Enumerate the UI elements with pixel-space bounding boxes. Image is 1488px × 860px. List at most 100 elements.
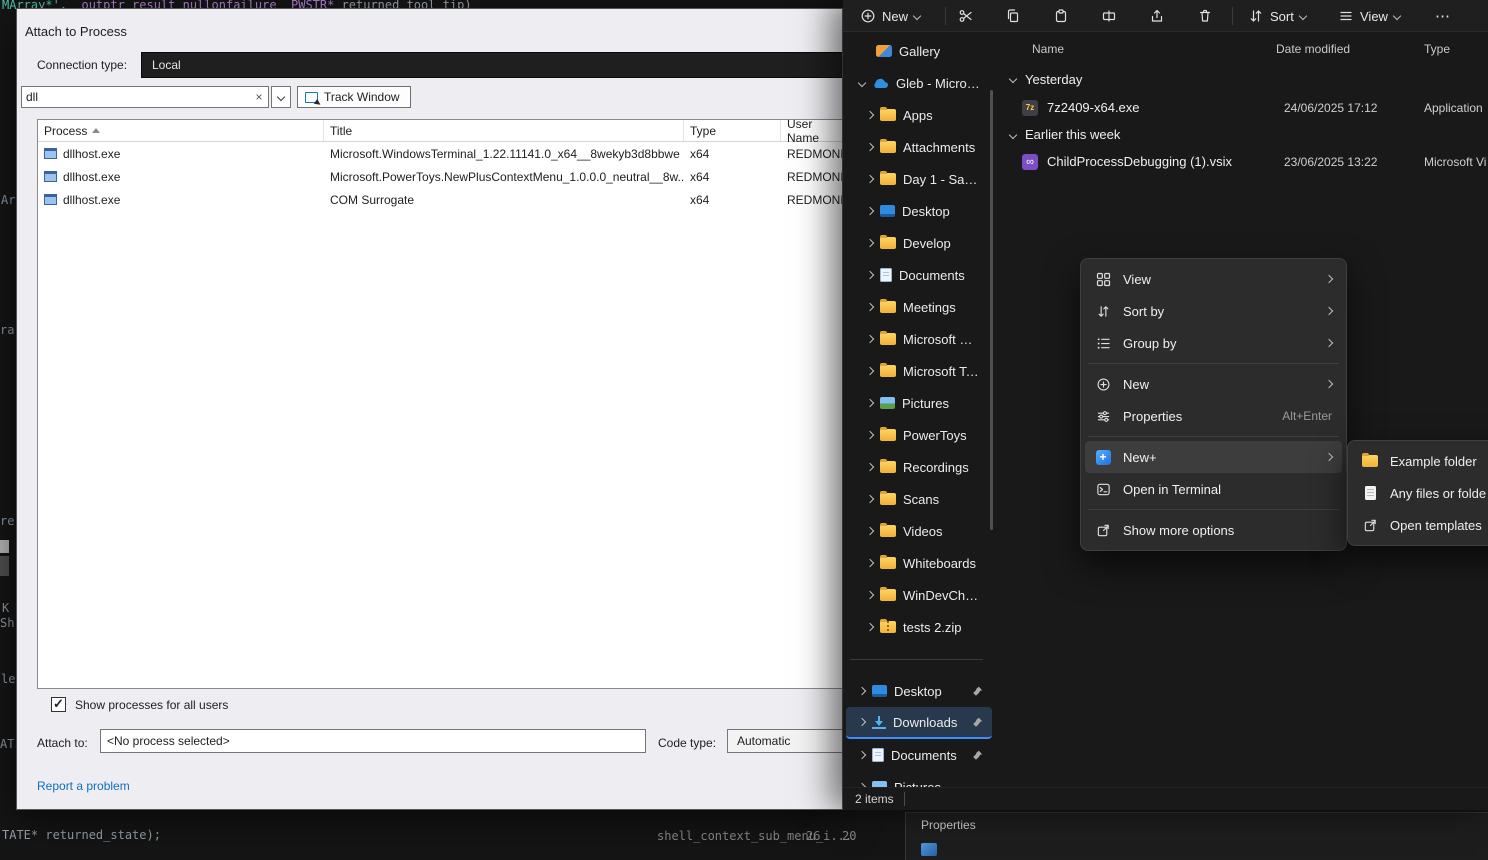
chevron-right-icon[interactable]: [858, 751, 866, 759]
chevron-down-icon[interactable]: [1009, 130, 1017, 138]
chevron-right-icon[interactable]: [866, 239, 874, 247]
context-menu-item-properties[interactable]: Properties Alt+Enter: [1085, 400, 1342, 432]
chevron-right-icon[interactable]: [866, 207, 874, 215]
column-header-title[interactable]: Title: [324, 120, 684, 141]
connection-type-combobox[interactable]: Local: [141, 52, 842, 78]
sidebar-item-windevchat[interactable]: WinDevChat c: [846, 579, 992, 611]
group-header-yesterday[interactable]: Yesterday: [1000, 64, 1488, 94]
sidebar-item-pinned-pictures[interactable]: Pictures: [846, 771, 992, 788]
submenu-item-example-folder[interactable]: Example folder: [1352, 445, 1488, 477]
chevron-right-icon[interactable]: [866, 431, 874, 439]
chevron-right-icon[interactable]: [858, 718, 866, 726]
context-menu-item-show-more-options[interactable]: Show more options: [1085, 514, 1342, 546]
code-type-combobox[interactable]: Automatic: [727, 729, 842, 753]
file-row-7z-exe[interactable]: 7z2409-x64.exe 24/06/2025 17:12 Applicat…: [1000, 94, 1488, 121]
clear-search-icon[interactable]: ×: [250, 90, 268, 104]
context-menu-item-open-in-terminal[interactable]: Open in Terminal: [1085, 473, 1342, 505]
column-header-name[interactable]: Name: [1032, 42, 1064, 56]
process-row[interactable]: dllhost.exe COM Surrogate x64 REDMOND: [38, 188, 842, 211]
sidebar-item-microsoft-teams[interactable]: Microsoft Tear: [846, 355, 992, 387]
rename-button[interactable]: [1094, 3, 1124, 29]
chevron-right-icon[interactable]: [866, 559, 874, 567]
chevron-right-icon[interactable]: [866, 463, 874, 471]
sidebar-scrollbar[interactable]: [990, 90, 993, 530]
chevron-right-icon[interactable]: [866, 303, 874, 311]
attach-to-field[interactable]: [100, 729, 646, 753]
context-menu-item-group-by[interactable]: Group by: [1085, 327, 1342, 359]
sidebar-item-documents[interactable]: Documents: [846, 259, 992, 291]
share-button[interactable]: [1142, 3, 1172, 29]
process-user: REDMOND: [781, 147, 842, 161]
sidebar-item-powertoys[interactable]: PowerToys: [846, 419, 992, 451]
view-button[interactable]: View: [1331, 3, 1407, 29]
checkbox-checked-icon[interactable]: [51, 697, 66, 712]
sidebar-item-develop[interactable]: Develop: [846, 227, 992, 259]
copy-button[interactable]: [998, 3, 1028, 29]
track-window-button[interactable]: Track Window: [297, 86, 411, 108]
new-button[interactable]: New: [853, 3, 927, 29]
sidebar-item-recordings[interactable]: Recordings: [846, 451, 992, 483]
column-header-type[interactable]: Type: [1424, 42, 1450, 56]
sidebar-item-meetings[interactable]: Meetings: [846, 291, 992, 323]
chevron-right-icon[interactable]: [866, 623, 874, 631]
sidebar-item-whiteboards[interactable]: Whiteboards: [846, 547, 992, 579]
process-row[interactable]: dllhost.exe Microsoft.PowerToys.NewPlusC…: [38, 165, 842, 188]
sort-button[interactable]: Sort: [1241, 3, 1313, 29]
chevron-right-icon[interactable]: [866, 367, 874, 375]
file-row-vsix[interactable]: ChildProcessDebugging (1).vsix 23/06/202…: [1000, 148, 1488, 175]
submenu-item-any-files[interactable]: Any files or folde: [1352, 477, 1488, 509]
column-header-process[interactable]: Process: [38, 120, 324, 141]
search-dropdown-button[interactable]: [271, 86, 291, 108]
sidebar-item-pinned-desktop[interactable]: Desktop: [846, 675, 992, 707]
column-header-type[interactable]: Type: [684, 120, 781, 141]
see-more-button[interactable]: ⋯: [1428, 3, 1458, 29]
delete-button[interactable]: [1190, 3, 1220, 29]
chevron-right-icon[interactable]: [866, 399, 874, 407]
sidebar-item-pictures[interactable]: Pictures: [846, 387, 992, 419]
process-row[interactable]: dllhost.exe Microsoft.WindowsTerminal_1.…: [38, 142, 842, 165]
context-menu-item-new[interactable]: New: [1085, 368, 1342, 400]
process-name: dllhost.exe: [63, 147, 120, 161]
code-fragment: AT: [0, 737, 14, 751]
sidebar-item-apps[interactable]: Apps: [846, 99, 992, 131]
column-header-date-modified[interactable]: Date modified: [1276, 42, 1350, 56]
chevron-down-icon[interactable]: [858, 79, 866, 87]
sidebar-item-day1[interactable]: Day 1 - Sangee: [846, 163, 992, 195]
sidebar-item-microsoft-copilot[interactable]: Microsoft Cop: [846, 323, 992, 355]
chevron-right-icon[interactable]: [866, 495, 874, 503]
sidebar-item-videos[interactable]: Videos: [846, 515, 992, 547]
report-a-problem-link[interactable]: Report a problem: [37, 779, 130, 793]
sidebar-item-desktop[interactable]: Desktop: [846, 195, 992, 227]
process-search-box[interactable]: ×: [21, 86, 269, 108]
sidebar-item-pinned-documents[interactable]: Documents: [846, 739, 992, 771]
editor-scrollbar-marker[interactable]: [0, 540, 9, 553]
show-all-users-checkbox-row[interactable]: Show processes for all users: [51, 697, 228, 712]
chevron-right-icon[interactable]: [858, 687, 866, 695]
codelens-count[interactable]: 26: [806, 829, 820, 843]
context-menu-item-sort-by[interactable]: Sort by: [1085, 295, 1342, 327]
sidebar-item-onedrive[interactable]: Gleb - Microsof: [846, 67, 992, 99]
chevron-right-icon[interactable]: [866, 111, 874, 119]
column-header-user-name[interactable]: User Name: [781, 120, 842, 141]
chevron-right-icon[interactable]: [866, 271, 874, 279]
chevron-right-icon[interactable]: [866, 591, 874, 599]
cut-button[interactable]: [951, 3, 981, 29]
chevron-right-icon[interactable]: [866, 175, 874, 183]
submenu-item-open-templates[interactable]: Open templates: [1352, 509, 1488, 541]
sidebar-item-scans[interactable]: Scans: [846, 483, 992, 515]
sidebar-item-gallery[interactable]: Gallery: [846, 35, 992, 67]
chevron-down-icon[interactable]: [1009, 75, 1017, 83]
context-menu-item-view[interactable]: View: [1085, 263, 1342, 295]
codelens-reference[interactable]: shell_context_sub_menu_i...: [657, 829, 852, 843]
sidebar-item-pinned-downloads[interactable]: Downloads: [846, 707, 992, 739]
chevron-right-icon[interactable]: [866, 143, 874, 151]
process-search-input[interactable]: [22, 90, 250, 104]
editor-scrollbar-thumb[interactable]: [0, 556, 9, 576]
paste-button[interactable]: [1046, 3, 1076, 29]
chevron-right-icon[interactable]: [866, 527, 874, 535]
sidebar-item-tests-zip[interactable]: tests 2.zip: [846, 611, 992, 643]
chevron-right-icon[interactable]: [866, 335, 874, 343]
group-header-earlier-this-week[interactable]: Earlier this week: [1000, 121, 1488, 148]
context-menu-item-new-plus[interactable]: New+: [1085, 441, 1342, 473]
sidebar-item-attachments[interactable]: Attachments: [846, 131, 992, 163]
